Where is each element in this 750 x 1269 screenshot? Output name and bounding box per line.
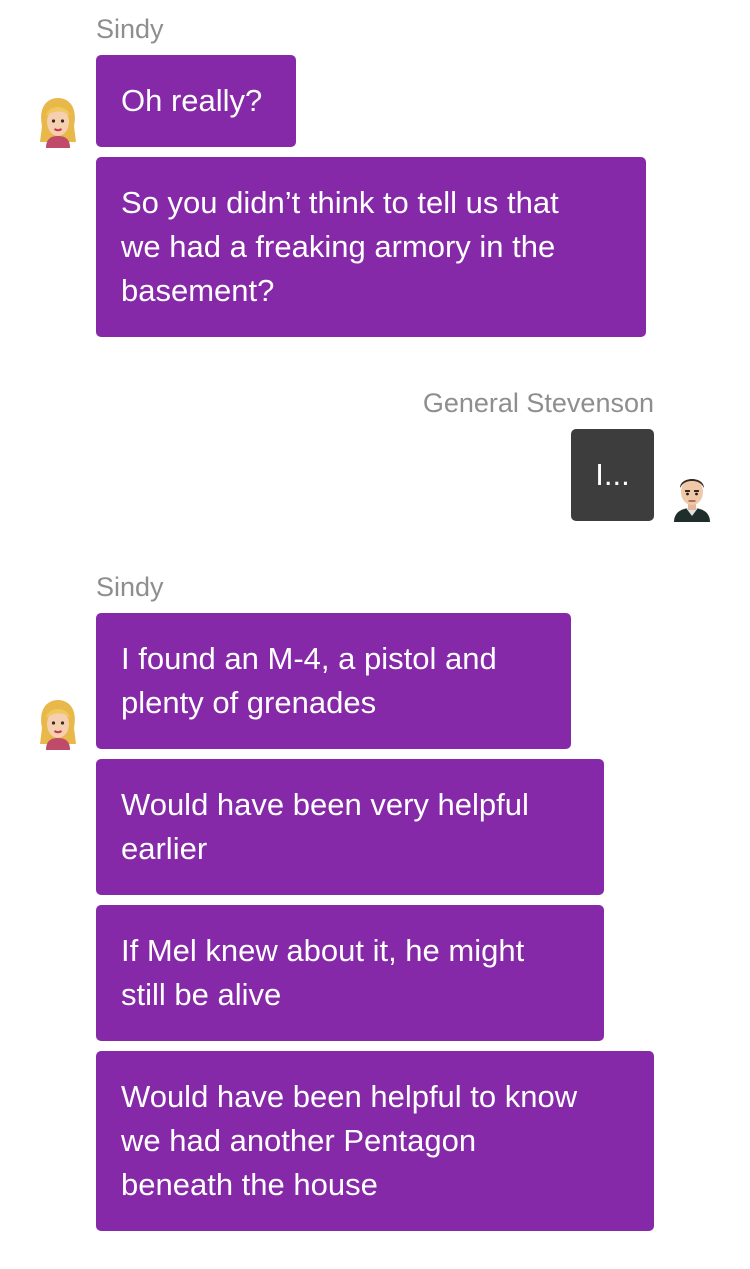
message-bubble[interactable]: I found an M-4, a pistol and plenty of g… <box>96 613 571 749</box>
message-bubble[interactable]: Oh really? <box>96 55 296 147</box>
message-bubble[interactable]: So you didn’t think to tell us that we h… <box>96 157 646 337</box>
message-bubble[interactable]: Would have been helpful to know we had a… <box>96 1051 654 1231</box>
message-bubble[interactable]: Would have been very helpful earlier <box>96 759 604 895</box>
sender-name-general-stevenson: General Stevenson <box>422 388 654 418</box>
message-bubble[interactable]: If Mel knew about it, he might still be … <box>96 905 604 1041</box>
sender-name-sindy: Sindy <box>96 14 164 44</box>
sindy-avatar-icon[interactable] <box>34 96 82 148</box>
sender-name-sindy: Sindy <box>96 572 164 602</box>
message-bubble[interactable]: I... <box>571 429 654 521</box>
general-stevenson-avatar-icon[interactable] <box>668 470 716 522</box>
sindy-avatar-icon[interactable] <box>34 698 82 750</box>
